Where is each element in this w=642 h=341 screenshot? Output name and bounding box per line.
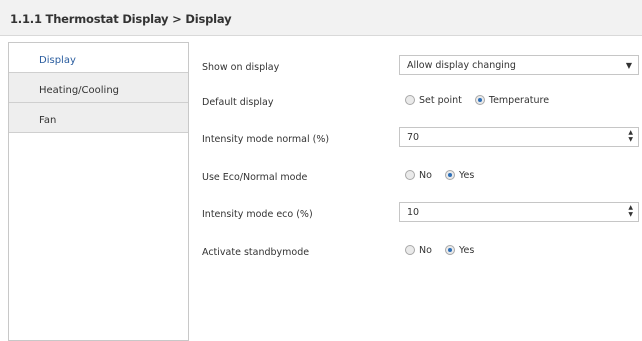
use-eco-row: Use Eco/Normal mode No Yes xyxy=(202,165,642,191)
page-title: 1.1.1 Thermostat Display > Display xyxy=(10,12,232,26)
intensity-eco-label: Intensity mode eco (%) xyxy=(202,209,313,220)
intensity-eco-spinbox[interactable]: 10 ▲ ▼ xyxy=(399,202,639,222)
dropdown-arrow-icon: ▼ xyxy=(625,61,632,70)
sidebar-item-label: Heating/Cooling xyxy=(39,85,120,96)
default-display-row: Default display Set point Temperature xyxy=(202,90,642,116)
intensity-normal-value: 70 xyxy=(407,132,420,143)
radio-checked-icon[interactable] xyxy=(444,170,455,180)
default-display-option-set-point[interactable]: Set point xyxy=(405,95,462,106)
sidebar-item-label: Display xyxy=(39,55,76,66)
use-eco-option-no[interactable]: No xyxy=(405,170,432,181)
show-on-display-row: Show on display Allow display changing ▼ xyxy=(202,55,642,81)
intensity-normal-label: Intensity mode normal (%) xyxy=(202,134,330,145)
standby-radio-group: No Yes xyxy=(405,245,484,256)
use-eco-label: Use Eco/Normal mode xyxy=(202,172,308,183)
radio-unchecked-icon[interactable] xyxy=(405,170,415,180)
sidebar-item-fan[interactable]: Fan xyxy=(9,103,188,133)
default-display-label: Default display xyxy=(202,97,274,108)
spinner-arrows-icon[interactable]: ▲ ▼ xyxy=(628,204,633,218)
radio-unchecked-icon[interactable] xyxy=(405,245,415,255)
intensity-eco-value: 10 xyxy=(407,207,420,218)
standby-label: Activate standbymode xyxy=(202,247,310,258)
header-bar: 1.1.1 Thermostat Display > Display xyxy=(0,0,642,36)
radio-unchecked-icon[interactable] xyxy=(405,95,415,105)
sidebar-item-label: Fan xyxy=(39,115,57,126)
intensity-normal-row: Intensity mode normal (%) 70 ▲ ▼ xyxy=(202,127,642,153)
standby-option-no[interactable]: No xyxy=(405,245,432,256)
sidebar: Display Heating/Cooling Fan xyxy=(8,42,189,341)
intensity-eco-row: Intensity mode eco (%) 10 ▲ ▼ xyxy=(202,202,642,228)
use-eco-option-yes[interactable]: Yes xyxy=(444,170,474,181)
show-on-display-select[interactable]: Allow display changing ▼ xyxy=(399,55,639,75)
sidebar-item-display[interactable]: Display xyxy=(9,43,188,73)
standby-option-yes[interactable]: Yes xyxy=(444,245,474,256)
radio-checked-icon[interactable] xyxy=(444,245,455,255)
show-on-display-label: Show on display xyxy=(202,62,280,73)
sidebar-item-heating-cooling[interactable]: Heating/Cooling xyxy=(9,73,188,103)
default-display-option-temperature[interactable]: Temperature xyxy=(474,95,549,106)
spinner-arrows-icon[interactable]: ▲ ▼ xyxy=(628,129,633,143)
radio-checked-icon[interactable] xyxy=(474,95,485,105)
show-on-display-value: Allow display changing xyxy=(407,60,516,71)
standby-row: Activate standbymode No Yes xyxy=(202,240,642,266)
use-eco-radio-group: No Yes xyxy=(405,170,484,181)
intensity-normal-spinbox[interactable]: 70 ▲ ▼ xyxy=(399,127,639,147)
default-display-radio-group: Set point Temperature xyxy=(405,95,559,106)
